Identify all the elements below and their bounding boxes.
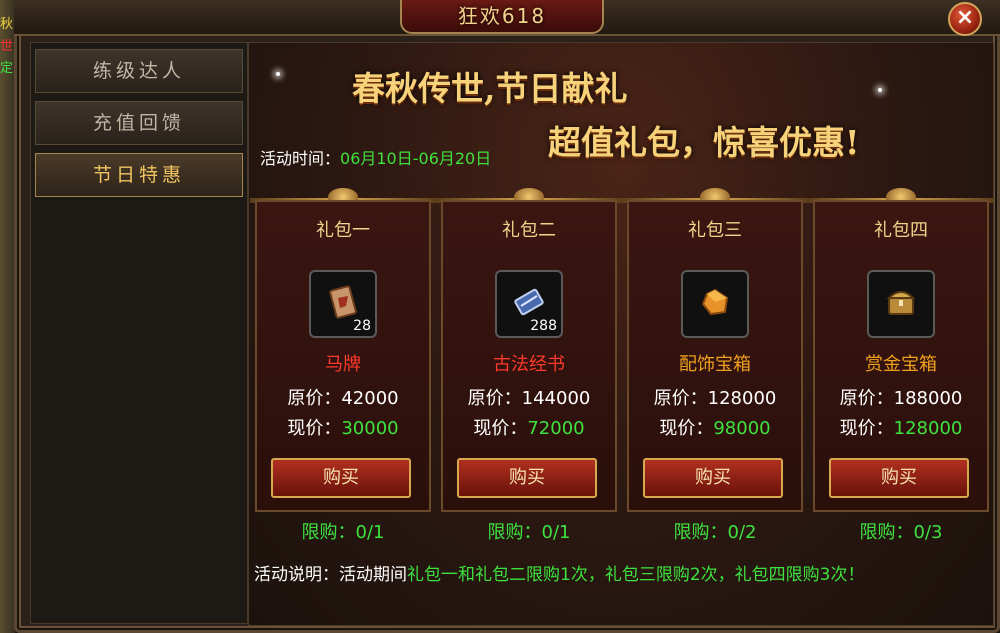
sparkle-decoration xyxy=(878,88,882,92)
buy-button[interactable]: 购买 xyxy=(829,458,969,498)
original-price: 原价：188000 xyxy=(839,388,963,409)
item-slot[interactable]: 288 xyxy=(495,270,563,338)
package-title: 礼包四 xyxy=(874,220,928,241)
package-card-2: 礼包二 288 古法经书 原价：144000 现价：72000 购买 xyxy=(441,200,617,512)
activity-time-value: 06月10日-06月20日 xyxy=(340,149,492,168)
package-card-4: 礼包四 赏金宝箱 原价：188000 现价：128000 购买 xyxy=(813,200,989,512)
banner-subheadline: 超值礼包，惊喜优惠! xyxy=(548,123,860,162)
item-name: 赏金宝箱 xyxy=(865,354,937,375)
sparkle-decoration xyxy=(276,72,280,76)
description-label: 活动说明：活动期间 xyxy=(254,565,407,585)
close-button[interactable]: × xyxy=(948,2,982,36)
treasure-chest-icon xyxy=(886,291,916,315)
description-text: 礼包一和礼包二限购1次，礼包三限购2次，礼包四限购3次！ xyxy=(407,565,865,585)
purchase-limit: 限购：0/1 xyxy=(487,522,571,543)
item-name: 配饰宝箱 xyxy=(679,354,751,375)
original-price: 原价：128000 xyxy=(653,388,777,409)
current-price: 现价：30000 xyxy=(287,418,399,439)
item-slot[interactable] xyxy=(867,270,935,338)
package-title: 礼包二 xyxy=(502,220,556,241)
buy-button[interactable]: 购买 xyxy=(643,458,783,498)
hud-glyph: 定 xyxy=(0,61,14,76)
purchase-limit: 限购：0/3 xyxy=(859,522,943,543)
close-icon: × xyxy=(955,5,975,30)
current-price: 现价：128000 xyxy=(839,418,963,439)
item-name: 古法经书 xyxy=(493,354,565,375)
tab-festival-sale[interactable]: 节日特惠 xyxy=(35,153,243,197)
window-title: 狂欢618 xyxy=(457,4,547,28)
hud-glyph: 世 xyxy=(0,39,14,54)
package-title: 礼包三 xyxy=(688,220,742,241)
activity-description: 活动说明：活动期间礼包一和礼包二限购1次，礼包三限购2次，礼包四限购3次！ xyxy=(254,560,864,585)
current-price: 现价：72000 xyxy=(473,418,585,439)
tab-recharge-reward[interactable]: 充值回馈 xyxy=(35,101,243,145)
scroll-book-icon xyxy=(514,288,544,316)
buy-button[interactable]: 购买 xyxy=(271,458,411,498)
hud-glyph: 秋 xyxy=(0,17,14,32)
sidebar: 练级达人 充值回馈 节日特惠 xyxy=(30,42,248,624)
item-name: 马牌 xyxy=(325,354,361,375)
activity-time: 活动时间：06月10日-06月20日 xyxy=(260,148,491,170)
package-card-3: 礼包三 配饰宝箱 原价：128000 现价：98000 购买 xyxy=(627,200,803,512)
tab-leveling-master[interactable]: 练级达人 xyxy=(35,49,243,93)
original-price: 原价：144000 xyxy=(467,388,591,409)
horse-token-icon xyxy=(329,285,357,319)
item-quantity: 288 xyxy=(530,318,557,334)
purchase-limit: 限购：0/1 xyxy=(301,522,385,543)
item-slot[interactable] xyxy=(681,270,749,338)
purchase-limit: 限购：0/2 xyxy=(673,522,757,543)
accessory-box-icon xyxy=(701,288,729,316)
current-price: 现价：98000 xyxy=(659,418,771,439)
banner-headline: 春秋传世,节日献礼 xyxy=(352,69,628,108)
package-title: 礼包一 xyxy=(316,220,370,241)
original-price: 原价：42000 xyxy=(287,388,399,409)
buy-button[interactable]: 购买 xyxy=(457,458,597,498)
background-hud-text: 秋 世 定 xyxy=(0,14,14,80)
item-quantity: 28 xyxy=(353,318,371,334)
activity-time-label: 活动时间： xyxy=(260,149,341,168)
package-card-1: 礼包一 28 马牌 原价：42000 现价：30000 购买 xyxy=(255,200,431,512)
item-slot[interactable]: 28 xyxy=(309,270,377,338)
